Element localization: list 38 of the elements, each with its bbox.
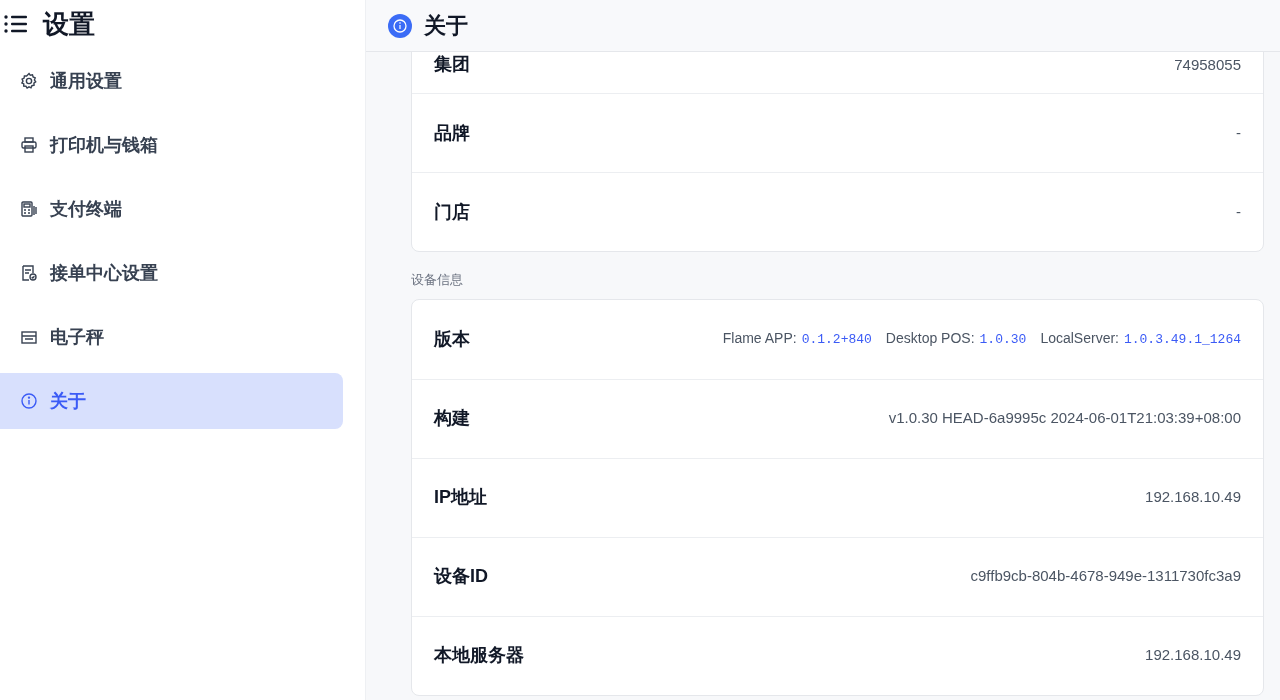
page-title: 关于 — [424, 12, 468, 40]
row-label: 设备ID — [434, 565, 488, 588]
row-label: 构建 — [434, 407, 470, 430]
row-label: 品牌 — [434, 121, 470, 145]
menu-icon[interactable] — [4, 15, 27, 33]
sidebar-item[interactable]: 接单中心设置 — [0, 245, 343, 301]
version-label: LocalServer: — [1040, 329, 1119, 349]
row-value: 74958055 — [1174, 55, 1241, 76]
terminal-icon — [20, 200, 38, 218]
section-label: 设备信息 — [411, 271, 463, 289]
row-value: - — [1236, 201, 1241, 222]
row-label: 本地服务器 — [434, 644, 524, 667]
printer-icon — [20, 136, 38, 154]
scale-icon — [20, 328, 38, 346]
version-label: Flame APP: — [722, 329, 797, 349]
version-value: 1.0.3.49.1_1264 — [1123, 331, 1241, 350]
sidebar-item[interactable]: 支付终端 — [0, 181, 343, 237]
row-value: - — [1236, 122, 1241, 143]
version-value: 0.1.2+840 — [801, 331, 872, 350]
row-value: v1.0.30 HEAD-6a9995c 2024-06-01T21:03:39+08:00 — [888, 408, 1241, 429]
sidebar-item[interactable]: 打印机与钱箱 — [0, 117, 343, 173]
sidebar-item[interactable]: 关于 — [0, 373, 343, 429]
row-label: 门店 — [434, 200, 470, 224]
row-label: 集团 — [434, 53, 470, 76]
info-icon — [20, 392, 38, 410]
sidebar-item[interactable]: 电子秤 — [0, 309, 343, 365]
info-icon — [388, 13, 412, 38]
sidebar-title: 设置 — [43, 7, 95, 41]
row-value: c9ffb9cb-804b-4678-949e-1311730fc3a9 — [970, 566, 1241, 587]
row-label: IP地址 — [434, 486, 487, 509]
row-value: 192.168.10.49 — [1145, 487, 1241, 508]
row-label: 版本 — [434, 327, 470, 351]
version-value: 1.0.30 — [979, 331, 1027, 350]
doc-icon — [20, 264, 38, 282]
version-label: Desktop POS: — [885, 329, 975, 349]
sidebar-item[interactable]: 通用设置 — [0, 53, 343, 109]
row-value: 192.168.10.49 — [1145, 645, 1241, 666]
gear-icon — [20, 72, 38, 90]
